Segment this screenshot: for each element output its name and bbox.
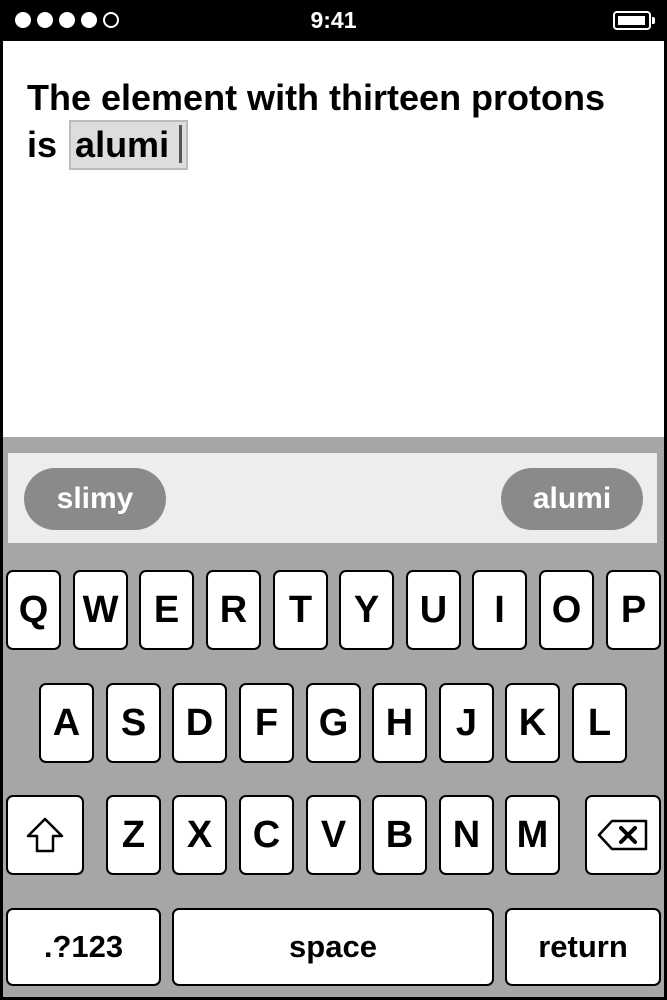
key-g[interactable]: G bbox=[306, 683, 361, 763]
key-l[interactable]: L bbox=[572, 683, 627, 763]
key-m[interactable]: M bbox=[505, 795, 560, 875]
key-e[interactable]: E bbox=[139, 570, 194, 650]
numbers-key[interactable]: .?123 bbox=[6, 908, 161, 986]
status-bar: 9:41 bbox=[0, 0, 667, 41]
key-k[interactable]: K bbox=[505, 683, 560, 763]
suggestion-bar: slimy alumi bbox=[8, 453, 657, 543]
shift-key[interactable] bbox=[6, 795, 84, 875]
key-v[interactable]: V bbox=[306, 795, 361, 875]
key-o[interactable]: O bbox=[539, 570, 594, 650]
key-i[interactable]: I bbox=[472, 570, 527, 650]
key-t[interactable]: T bbox=[273, 570, 328, 650]
typed-word: alumi bbox=[75, 124, 170, 165]
key-f[interactable]: F bbox=[239, 683, 294, 763]
keyboard: slimy alumi Q W E R T Y U I O P A S D F … bbox=[3, 437, 664, 997]
battery-nub bbox=[652, 17, 655, 24]
editor-prefix: is bbox=[27, 124, 58, 165]
key-b[interactable]: B bbox=[372, 795, 427, 875]
key-x[interactable]: X bbox=[172, 795, 227, 875]
key-u[interactable]: U bbox=[406, 570, 461, 650]
delete-key[interactable] bbox=[585, 795, 661, 875]
key-a[interactable]: A bbox=[39, 683, 94, 763]
text-editor[interactable]: The element with thirteen protons is alu… bbox=[3, 41, 664, 437]
key-r[interactable]: R bbox=[206, 570, 261, 650]
key-d[interactable]: D bbox=[172, 683, 227, 763]
key-z[interactable]: Z bbox=[106, 795, 161, 875]
suggestion-alumi[interactable]: alumi bbox=[501, 468, 643, 530]
key-j[interactable]: J bbox=[439, 683, 494, 763]
battery-fill bbox=[618, 16, 645, 25]
key-c[interactable]: C bbox=[239, 795, 294, 875]
editor-line-1: The element with thirteen protons bbox=[27, 77, 606, 118]
status-time: 9:41 bbox=[310, 7, 357, 33]
key-h[interactable]: H bbox=[372, 683, 427, 763]
key-p[interactable]: P bbox=[606, 570, 661, 650]
key-s[interactable]: S bbox=[106, 683, 161, 763]
backspace-icon bbox=[597, 819, 648, 851]
key-q[interactable]: Q bbox=[6, 570, 61, 650]
key-w[interactable]: W bbox=[73, 570, 128, 650]
key-y[interactable]: Y bbox=[339, 570, 394, 650]
battery-icon bbox=[613, 11, 655, 30]
marked-text[interactable]: alumi bbox=[69, 120, 189, 170]
suggestion-slimy[interactable]: slimy bbox=[24, 468, 166, 530]
return-key[interactable]: return bbox=[505, 908, 661, 986]
phone-screen: 9:41 The element with thirteen protons i… bbox=[0, 0, 667, 1000]
space-key[interactable]: space bbox=[172, 908, 494, 986]
text-caret bbox=[179, 125, 183, 163]
shift-arrow-icon bbox=[26, 817, 64, 853]
editor-text: The element with thirteen protons is alu… bbox=[27, 75, 647, 170]
key-n[interactable]: N bbox=[439, 795, 494, 875]
